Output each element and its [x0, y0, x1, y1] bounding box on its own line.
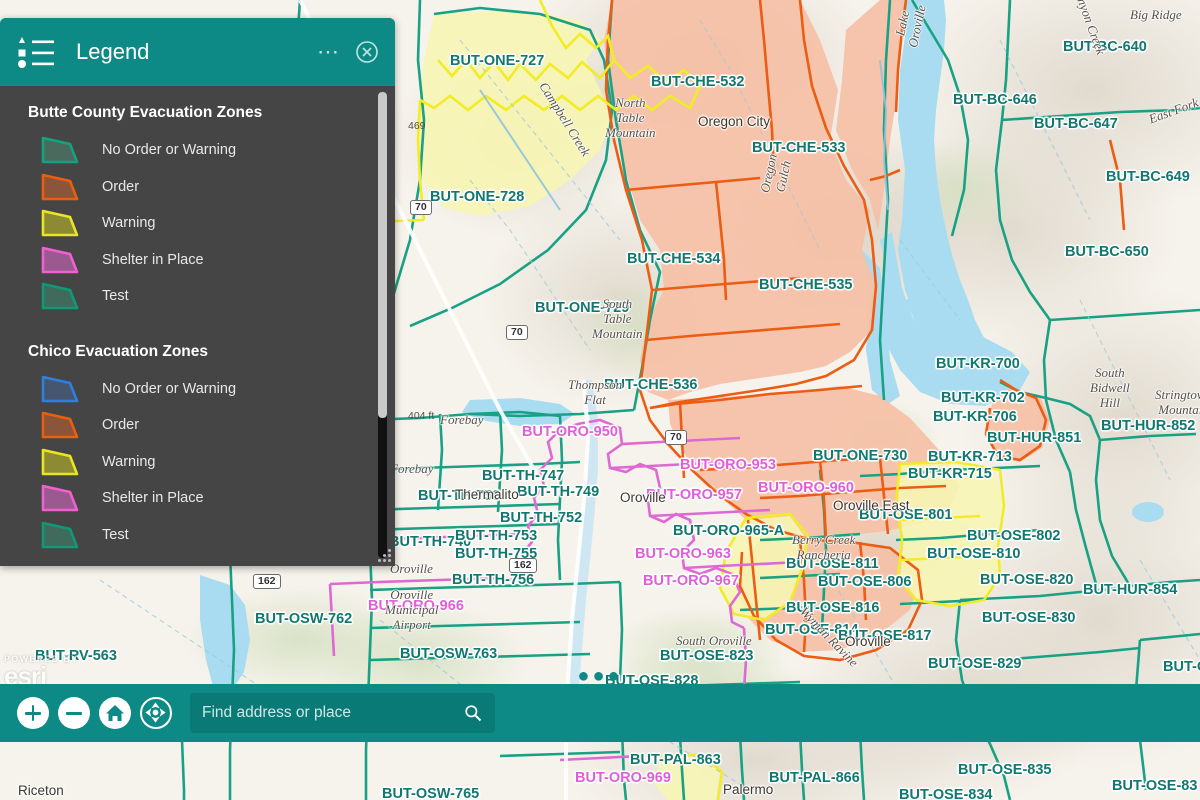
legend-group-title: Butte County Evacuation Zones	[28, 104, 369, 122]
legend-swatch	[40, 374, 84, 404]
legend-item-label: Test	[102, 288, 129, 304]
zoom-in-button[interactable]	[17, 697, 49, 729]
legend-swatch	[40, 483, 84, 513]
legend-panel[interactable]: Legend ⋯ Butte County Evacuation Zones No…	[0, 18, 395, 566]
panel-resize-grip[interactable]	[378, 549, 392, 563]
locate-button[interactable]	[140, 697, 172, 729]
legend-item-label: Warning	[102, 454, 155, 470]
legend-groups: Butte County Evacuation Zones No Order or…	[0, 104, 395, 553]
home-icon	[99, 697, 131, 729]
legend-header: Legend ⋯	[0, 18, 395, 86]
legend-item: Shelter in Place	[24, 242, 369, 279]
legend-item: Warning	[24, 205, 369, 242]
legend-item-label: Shelter in Place	[102, 252, 204, 268]
legend-scrollbar-thumb[interactable]	[378, 92, 387, 418]
legend-icon	[14, 32, 60, 72]
legend-swatch	[40, 447, 84, 477]
legend-swatch	[40, 172, 84, 202]
ellipsis-icon[interactable]: ⋯	[317, 47, 341, 57]
legend-item-label: Order	[102, 179, 139, 195]
legend-swatch	[40, 520, 84, 550]
legend-item-label: No Order or Warning	[102, 142, 236, 158]
legend-item: No Order or Warning	[24, 132, 369, 169]
home-button[interactable]	[99, 697, 131, 729]
locate-icon	[142, 699, 169, 726]
search-input[interactable]: Find address or place	[202, 704, 463, 722]
legend-item: Order	[24, 169, 369, 206]
legend-group-title: Chico Evacuation Zones	[28, 343, 369, 361]
legend-item-label: Order	[102, 417, 139, 433]
search-icon[interactable]	[463, 703, 483, 723]
legend-swatch	[40, 281, 84, 311]
legend-item-label: No Order or Warning	[102, 381, 236, 397]
legend-swatch	[40, 410, 84, 440]
bottom-toolbar: Find address or place	[0, 684, 1200, 742]
legend-item-label: Shelter in Place	[102, 490, 204, 506]
legend-item: Shelter in Place	[24, 480, 369, 517]
legend-item-label: Test	[102, 527, 129, 543]
legend-swatch	[40, 245, 84, 275]
legend-swatch	[40, 208, 84, 238]
legend-item: Order	[24, 407, 369, 444]
legend-item: Test	[24, 517, 369, 554]
search-field[interactable]: Find address or place	[190, 693, 495, 733]
legend-scrollbar-track[interactable]	[378, 92, 387, 558]
legend-body[interactable]: Butte County Evacuation Zones No Order or…	[0, 86, 395, 566]
legend-item-label: Warning	[102, 215, 155, 231]
legend-item: Warning	[24, 444, 369, 481]
legend-title: Legend	[76, 39, 317, 65]
zoom-out-button[interactable]	[58, 697, 90, 729]
close-icon[interactable]	[355, 40, 379, 64]
legend-item: No Order or Warning	[24, 371, 369, 408]
legend-item: Test	[24, 278, 369, 315]
legend-swatch	[40, 135, 84, 165]
